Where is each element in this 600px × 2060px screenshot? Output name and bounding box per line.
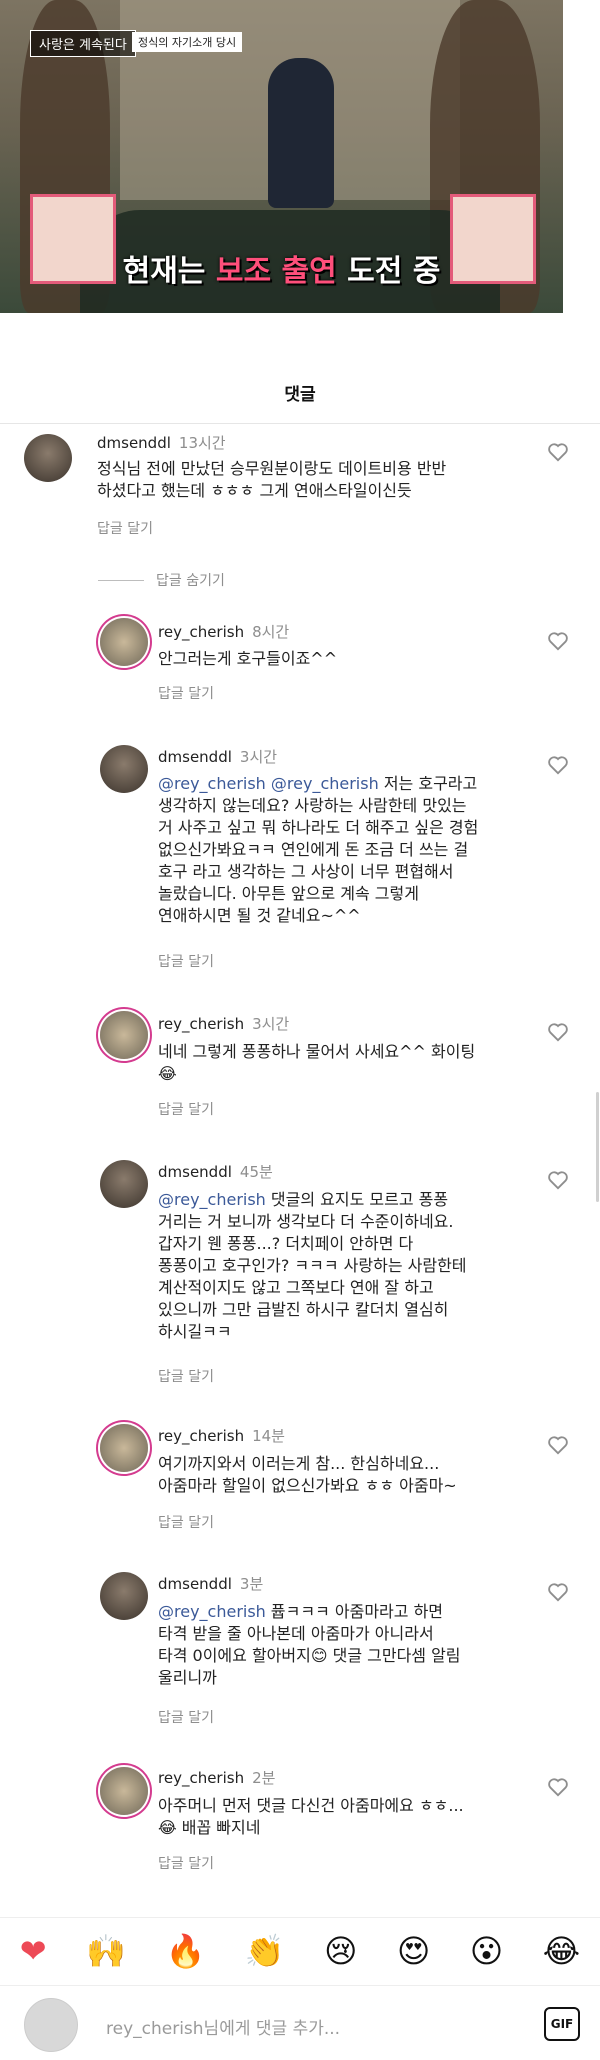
mention[interactable]: @rey_cherish [158, 1602, 266, 1621]
reply-button[interactable]: 답글 달기 [158, 1707, 214, 1727]
avatar[interactable] [24, 434, 72, 482]
comment-body: 댓글의 요지도 모르고 퐁퐁 거리는 거 보니까 생각보다 더 수준이하네요. … [158, 1190, 467, 1341]
fire-emoji[interactable]: 🔥 [165, 1932, 205, 1970]
comment-meta: dmsenddl 13시간 [97, 432, 226, 453]
comment-text: @rey_cherish 댓글의 요지도 모르고 퐁퐁 거리는 거 보니까 생각… [158, 1189, 467, 1343]
scrollbar[interactable] [596, 1092, 599, 1202]
gif-button[interactable]: GIF [544, 2007, 580, 2041]
username[interactable]: dmsenddl [158, 748, 232, 766]
show-title-tag: 사랑은 계속된다 [30, 30, 136, 57]
standing-person [268, 58, 334, 208]
red-heart-emoji[interactable]: ❤ [20, 1932, 47, 1970]
timestamp: 8시간 [252, 623, 290, 641]
username[interactable]: rey_cherish [158, 1427, 244, 1445]
heart-icon[interactable] [547, 631, 569, 651]
reply-button[interactable]: 답글 달기 [158, 1853, 214, 1873]
comment-meta: rey_cherish 8시간 [158, 621, 289, 642]
comment-meta: rey_cherish 3시간 [158, 1013, 289, 1034]
hide-replies-toggle[interactable]: 답글 숨기기 [98, 570, 225, 590]
timestamp: 14분 [252, 1427, 285, 1445]
heart-icon[interactable] [547, 755, 569, 775]
comment-body: 여기까지와서 이러는게 참... 한심하네요... 아줌마라 할일이 없으신가봐… [158, 1454, 457, 1495]
reply-button[interactable]: 답글 달기 [158, 1099, 214, 1119]
episode-tag: 정식의 자기소개 당시 [132, 32, 243, 52]
timestamp: 2분 [252, 1769, 276, 1787]
comment-text: @rey_cherish 퓹ㅋㅋㅋ 아줌마라고 하면 타격 받을 줄 아나본데 … [158, 1601, 461, 1689]
comment-body: 정식님 전에 만났던 승무원분이랑도 데이트비용 반반 하셨다고 했는데 ㅎㅎㅎ… [97, 459, 447, 500]
username[interactable]: dmsenddl [158, 1575, 232, 1593]
timestamp: 13시간 [178, 434, 226, 452]
avatar[interactable] [100, 745, 148, 793]
username[interactable]: dmsenddl [158, 1163, 232, 1181]
timestamp: 3시간 [252, 1015, 290, 1033]
avatar[interactable] [100, 618, 148, 666]
avatar[interactable] [100, 1160, 148, 1208]
heart-icon[interactable] [547, 1777, 569, 1797]
comment-input[interactable]: rey_cherish님에게 댓글 추가... [106, 2014, 340, 2039]
avatar[interactable] [100, 1011, 148, 1059]
reply-button[interactable]: 답글 달기 [158, 1512, 214, 1532]
avatar[interactable] [100, 1767, 148, 1815]
hide-replies-label: 답글 숨기기 [156, 573, 225, 589]
reply-button[interactable]: 답글 달기 [158, 951, 214, 971]
caption-post: 도전 중 [336, 254, 441, 289]
comment-text: 정식님 전에 만났던 승무원분이랑도 데이트비용 반반 하셨다고 했는데 ㅎㅎㅎ… [97, 458, 446, 502]
username[interactable]: rey_cherish [158, 1015, 244, 1033]
comment-body: 아주머니 먼저 댓글 다신건 아줌마에요 ㅎㅎ... 😂 배꼽 빠지네 [158, 1796, 464, 1837]
comment-meta: dmsenddl 3시간 [158, 746, 277, 767]
comment-meta: rey_cherish 14분 [158, 1425, 285, 1446]
avatar[interactable] [100, 1424, 148, 1472]
comment-text: 네네 그렇게 퐁퐁하나 물어서 사세요^^ 화이팅 😂 [158, 1041, 475, 1085]
username[interactable]: dmsenddl [97, 434, 171, 452]
comment-body: 저는 호구라고 생각하지 않는데요? 사랑하는 사람한테 맛있는 거 사주고 싶… [158, 774, 479, 925]
comment-text: @rey_cherish @rey_cherish 저는 호구라고 생각하지 않… [158, 773, 478, 927]
caption-pre: 현재는 [122, 254, 216, 289]
surprised-face-emoji[interactable]: 😮 [470, 1932, 503, 1970]
clapping-hands-emoji[interactable]: 👏 [245, 1932, 285, 1970]
caption-subtitle: 현재는 보조 출연 도전 중 [0, 246, 563, 290]
comment-text: 아주머니 먼저 댓글 다신건 아줌마에요 ㅎㅎ... 😂 배꼽 빠지네 [158, 1795, 464, 1839]
mention[interactable]: @rey_cherish @rey_cherish [158, 774, 379, 793]
timestamp: 3분 [239, 1575, 264, 1593]
hide-replies-line [98, 579, 144, 581]
heart-icon[interactable] [547, 1435, 569, 1455]
comment-meta: rey_cherish 2분 [158, 1767, 275, 1788]
video-thumbnail[interactable]: 사랑은 계속된다 정식의 자기소개 당시 현재는 보조 출연 도전 중 [0, 0, 563, 313]
comment-meta: dmsenddl 3분 [158, 1573, 263, 1594]
avatar[interactable] [100, 1572, 148, 1620]
comment-text: 안그러는게 호구들이죠^^ [158, 648, 337, 670]
reply-button[interactable]: 답글 달기 [97, 518, 153, 538]
comment-text: 여기까지와서 이러는게 참... 한심하네요... 아줌마라 할일이 없으신가봐… [158, 1453, 457, 1497]
tears-of-joy-emoji[interactable]: 😂 [543, 1932, 580, 1970]
heart-icon[interactable] [547, 442, 569, 462]
header-divider [0, 423, 600, 424]
timestamp: 45분 [239, 1163, 273, 1181]
username[interactable]: rey_cherish [158, 623, 244, 641]
my-avatar [24, 1998, 78, 2052]
comment-meta: dmsenddl 45분 [158, 1161, 273, 1182]
heart-icon[interactable] [547, 1582, 569, 1602]
heart-eyes-emoji[interactable]: 😍 [397, 1932, 430, 1970]
comment-input-bar: rey_cherish님에게 댓글 추가... GIF [0, 1985, 600, 2060]
raising-hands-emoji[interactable]: 🙌 [86, 1932, 126, 1970]
page-title: 댓글 [284, 385, 316, 405]
timestamp: 3시간 [239, 748, 278, 766]
crying-face-emoji[interactable]: 😢 [324, 1932, 357, 1970]
emoji-reaction-bar: ❤ 🙌 🔥 👏 😢 😍 😮 😂 [0, 1917, 600, 1984]
caption-highlight: 보조 출연 [215, 254, 337, 289]
comment-body: 안그러는게 호구들이죠^^ [158, 649, 338, 668]
heart-icon[interactable] [547, 1022, 569, 1042]
comment-body: 네네 그렇게 퐁퐁하나 물어서 사세요^^ 화이팅 😂 [158, 1042, 476, 1083]
reply-button[interactable]: 답글 달기 [158, 683, 214, 703]
mention[interactable]: @rey_cherish [158, 1190, 266, 1209]
reply-button[interactable]: 답글 달기 [158, 1366, 214, 1386]
username[interactable]: rey_cherish [158, 1769, 244, 1787]
heart-icon[interactable] [547, 1170, 569, 1190]
